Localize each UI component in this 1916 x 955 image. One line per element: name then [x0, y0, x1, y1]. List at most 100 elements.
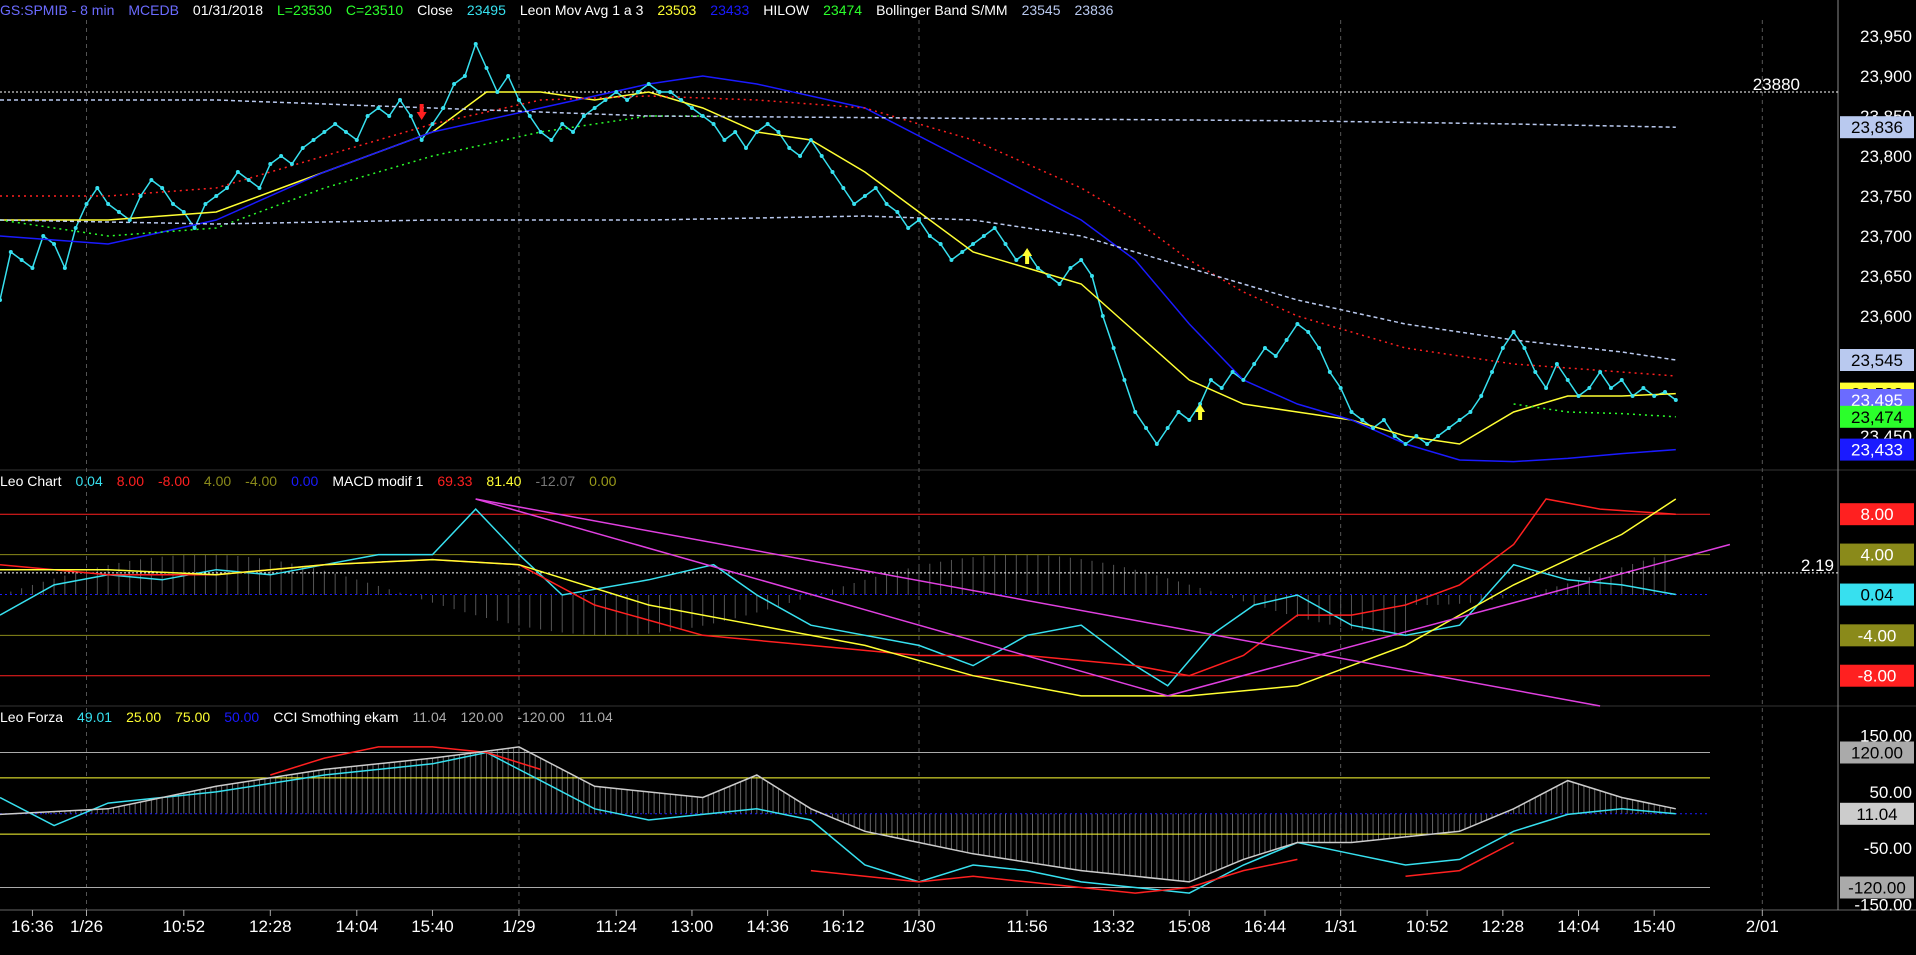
y-tick-label: 23,750: [1860, 187, 1912, 206]
y-tick-label: 23,800: [1860, 147, 1912, 166]
price-point: [657, 90, 662, 94]
price-panel-header: GS:SPMIB - 8 min MCEDB 01/31/2018 L=23530 C=…: [0, 0, 1127, 20]
price-point: [268, 162, 273, 166]
price-point: [895, 210, 900, 214]
price-point: [873, 186, 878, 190]
price-point: [830, 170, 835, 174]
price-point: [398, 98, 403, 102]
header-item: Bollinger Band S/MM: [876, 2, 1008, 18]
price-point: [73, 226, 78, 230]
price-point: [1587, 386, 1592, 390]
price-point: [1544, 386, 1549, 390]
header-item: 50.00: [224, 709, 260, 725]
price-point: [960, 250, 965, 254]
y-tick-label: 50.00: [1869, 783, 1912, 802]
price-series-line: [0, 75, 1676, 463]
price-point: [625, 98, 630, 102]
price-point: [1079, 258, 1084, 262]
header-item: 11.04: [412, 709, 447, 725]
value-box-label: 4.00: [1860, 546, 1893, 565]
price-point: [1014, 258, 1019, 262]
header-item: 11.04: [578, 709, 613, 725]
price-point: [235, 170, 240, 174]
price-point: [679, 98, 684, 102]
value-box-label: 23,836: [1851, 118, 1903, 137]
value-box-label: -4.00: [1858, 626, 1897, 645]
x-tick-label: 12:28: [1482, 917, 1525, 936]
price-point: [884, 202, 889, 206]
price-point: [495, 90, 500, 94]
price-point: [527, 114, 532, 118]
price-point: [906, 226, 911, 230]
value-box-label: -8.00: [1858, 667, 1897, 686]
y-tick-label: 23,900: [1860, 67, 1912, 86]
price-point: [1403, 442, 1408, 446]
x-tick-label: 14:04: [336, 917, 379, 936]
price-point: [1533, 370, 1538, 374]
price-point: [1187, 418, 1192, 422]
signal-arrow: [1022, 248, 1033, 264]
price-point: [1046, 274, 1051, 278]
price-point: [1262, 346, 1267, 350]
price-point: [1122, 378, 1127, 382]
header-item: GS:SPMIB - 8 min: [0, 2, 115, 18]
price-point: [1652, 394, 1657, 398]
header-item: MACD modif 1: [332, 473, 424, 489]
y-tick-label: 23,700: [1860, 227, 1912, 246]
price-point: [646, 82, 651, 86]
price-point: [776, 130, 781, 134]
header-item: 81.40: [486, 473, 522, 489]
price-point: [1241, 378, 1246, 382]
price-point: [1035, 266, 1040, 270]
price-point: [927, 234, 932, 238]
header-item: 0.04: [75, 473, 103, 489]
price-point: [949, 258, 954, 262]
price-point: [19, 258, 24, 262]
price-point: [635, 90, 640, 94]
price-point: [841, 186, 846, 190]
price-point: [225, 186, 230, 190]
price-point: [160, 186, 165, 190]
price-point: [560, 122, 565, 126]
x-tick-label: 11:56: [1006, 917, 1047, 936]
price-point: [1327, 370, 1332, 374]
price-point: [84, 202, 89, 206]
price-point: [1068, 266, 1073, 270]
price-point: [1500, 346, 1505, 350]
header-item: -4.00: [245, 473, 278, 489]
price-point: [62, 266, 67, 270]
x-tick-label: 14:36: [746, 917, 789, 936]
price-series-line: [0, 41, 1677, 446]
header-item: MCEDB: [128, 2, 179, 18]
x-tick-label: 13:32: [1092, 917, 1135, 936]
x-tick-label: 14:04: [1557, 917, 1600, 936]
price-point: [1414, 434, 1419, 438]
x-tick-label: 10:52: [163, 917, 206, 936]
price-point: [1154, 442, 1159, 446]
price-point: [1284, 338, 1289, 342]
price-point: [1176, 410, 1181, 414]
header-item: 8.00: [116, 473, 144, 489]
price-point: [981, 234, 986, 238]
price-point: [1565, 378, 1570, 382]
price-point: [1338, 386, 1343, 390]
price-point: [1641, 386, 1646, 390]
price-point: [1576, 394, 1581, 398]
y-tick-label: 23,600: [1860, 307, 1912, 326]
price-point: [127, 218, 132, 222]
price-point: [8, 250, 13, 254]
price-point: [408, 114, 413, 118]
price-point: [787, 146, 792, 150]
price-point: [506, 74, 511, 78]
price-point: [1479, 394, 1484, 398]
price-point: [214, 194, 219, 198]
reference-line-label: 23880: [1753, 75, 1800, 94]
price-point: [1252, 362, 1257, 366]
price-point: [1144, 426, 1149, 430]
price-point: [689, 106, 694, 110]
price-point: [711, 122, 716, 126]
price-point: [365, 114, 370, 118]
header-item: 01/31/2018: [192, 2, 263, 18]
price-point: [852, 202, 857, 206]
price-series-line: [1513, 403, 1676, 418]
